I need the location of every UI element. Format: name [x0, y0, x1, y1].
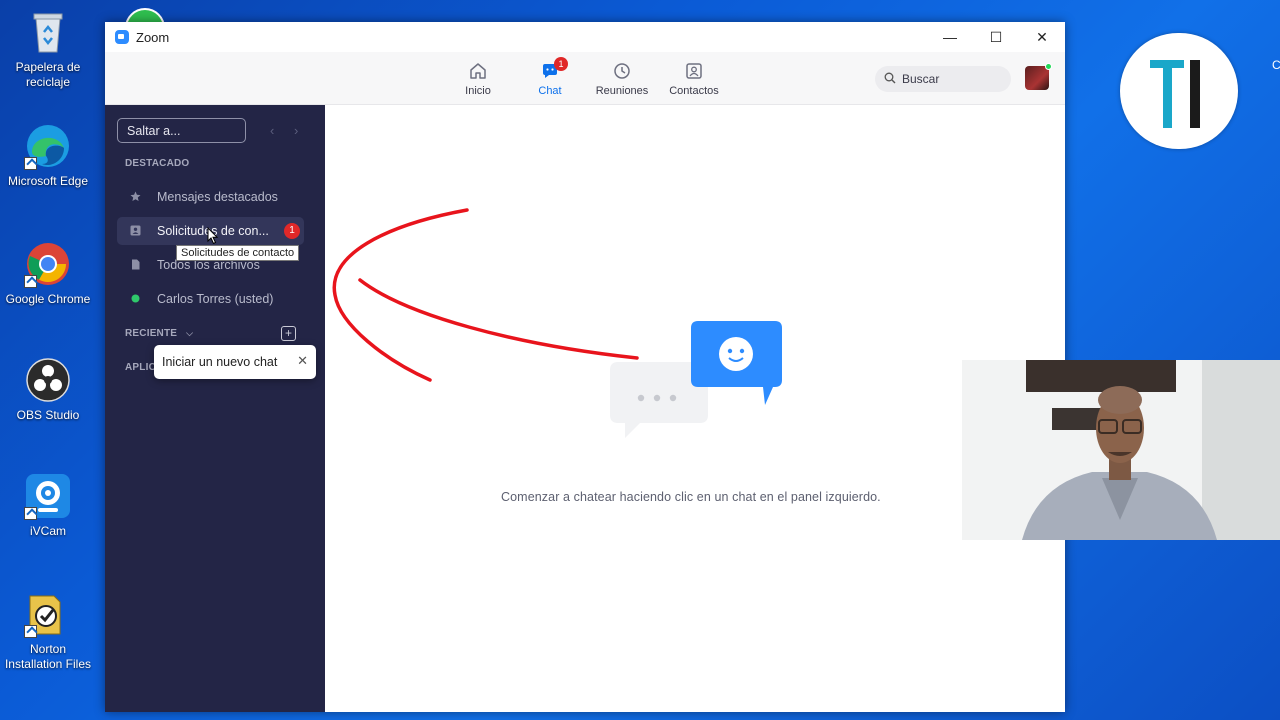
search-input[interactable] [902, 72, 1002, 86]
new-chat-popup: Iniciar un nuevo chat ✕ [154, 345, 316, 379]
empty-chat-message: Comenzar a chatear haciendo clic en un c… [501, 490, 881, 504]
desktop-icon-label: iVCam [29, 524, 66, 538]
contact-requests-tooltip: Solicitudes de contacto [176, 245, 300, 261]
tab-reuniones[interactable]: Reuniones [586, 61, 658, 97]
forward-arrow-icon[interactable]: › [294, 123, 298, 138]
desktop-icon-recycle-bin[interactable]: Papelera de reciclaje [4, 8, 92, 90]
tab-label: Inicio [465, 85, 491, 97]
desktop-icon-obs[interactable]: OBS Studio [4, 356, 92, 423]
norton-icon [24, 590, 72, 638]
chat-badge: 1 [554, 57, 568, 71]
chat-main-panel: Comenzar a chatear haciendo clic en un c… [325, 105, 1065, 712]
desktop-icon-label: Google Chrome [5, 292, 91, 306]
webcam-overlay [962, 360, 1280, 540]
tab-inicio[interactable]: Inicio [442, 61, 514, 97]
close-button[interactable]: ✕ [1019, 22, 1065, 52]
back-arrow-icon[interactable]: ‹ [270, 123, 274, 138]
tab-label: Chat [538, 85, 562, 97]
minimize-button[interactable]: — [927, 22, 973, 52]
desktop-icon-label: Norton Installation Files [4, 642, 92, 671]
ivcam-icon [24, 472, 72, 520]
sidebar-item-self-chat[interactable]: Carlos Torres (usted) [117, 285, 304, 313]
desktop-icon-edge[interactable]: Microsoft Edge [4, 122, 92, 189]
search-icon [884, 72, 896, 87]
top-toolbar: Inicio 1 Chat Reuniones Contactos [105, 52, 1065, 105]
close-icon[interactable]: ✕ [297, 353, 308, 369]
avatar[interactable] [1025, 63, 1052, 90]
file-icon [130, 259, 141, 270]
recent-header-label: RECIENTE [125, 328, 178, 339]
online-dot-icon [130, 293, 141, 304]
tab-contactos[interactable]: Contactos [658, 61, 730, 97]
chat-icon: 1 [540, 57, 568, 81]
desktop-icon-label: Papelera de reciclaje [15, 60, 81, 89]
sidebar-item-label: Carlos Torres (usted) [157, 292, 274, 306]
star-icon [130, 191, 141, 202]
desktop-icon-label: Microsoft Edge [7, 174, 89, 188]
clock-icon [612, 61, 632, 81]
desktop-icon-ivcam[interactable]: iVCam [4, 472, 92, 539]
chevron-down-icon: ⌵ [186, 328, 194, 338]
new-chat-popup-text: Iniciar un nuevo chat [162, 355, 278, 369]
contacts-icon [684, 61, 704, 81]
main-tabs: Inicio 1 Chat Reuniones Contactos [442, 57, 730, 97]
obs-icon [24, 356, 72, 404]
new-chat-button[interactable]: + [281, 326, 296, 341]
contact-requests-badge: 1 [284, 223, 300, 239]
chat-sidebar: ‹ › DESTACADO Mensajes destacados Solici… [105, 105, 325, 712]
title-bar: Zoom — ☐ ✕ [105, 22, 1065, 52]
maximize-button[interactable]: ☐ [973, 22, 1019, 52]
online-status-icon [1045, 63, 1052, 70]
channel-logo: TI [1120, 33, 1238, 149]
desktop-edge-text: C [1272, 58, 1280, 72]
search-box[interactable] [875, 66, 1011, 92]
desktop-icon-label: OBS Studio [16, 408, 80, 422]
red-arrow-annotation [332, 208, 639, 382]
jump-to-input[interactable] [117, 118, 246, 143]
desktop-icon-norton[interactable]: Norton Installation Files [4, 590, 92, 672]
home-icon [468, 61, 488, 81]
sidebar-item-starred-messages[interactable]: Mensajes destacados [117, 183, 304, 211]
tab-label: Reuniones [595, 85, 649, 97]
edge-icon [24, 122, 72, 170]
window-title: Zoom [136, 29, 170, 45]
zoom-logo-icon [115, 30, 129, 44]
tab-label: Contactos [669, 85, 719, 97]
desktop-icon-chrome[interactable]: Google Chrome [4, 240, 92, 307]
starred-header: DESTACADO [125, 158, 190, 169]
contact-request-icon [130, 225, 141, 236]
zoom-window: Zoom — ☐ ✕ Inicio 1 Chat Reuniones Conta… [105, 22, 1065, 712]
tab-chat[interactable]: 1 Chat [514, 57, 586, 97]
recent-header[interactable]: RECIENTE ⌵ [125, 328, 193, 339]
chrome-icon [24, 240, 72, 288]
recycle-bin-icon [24, 8, 72, 56]
sidebar-item-label: Mensajes destacados [157, 190, 278, 204]
